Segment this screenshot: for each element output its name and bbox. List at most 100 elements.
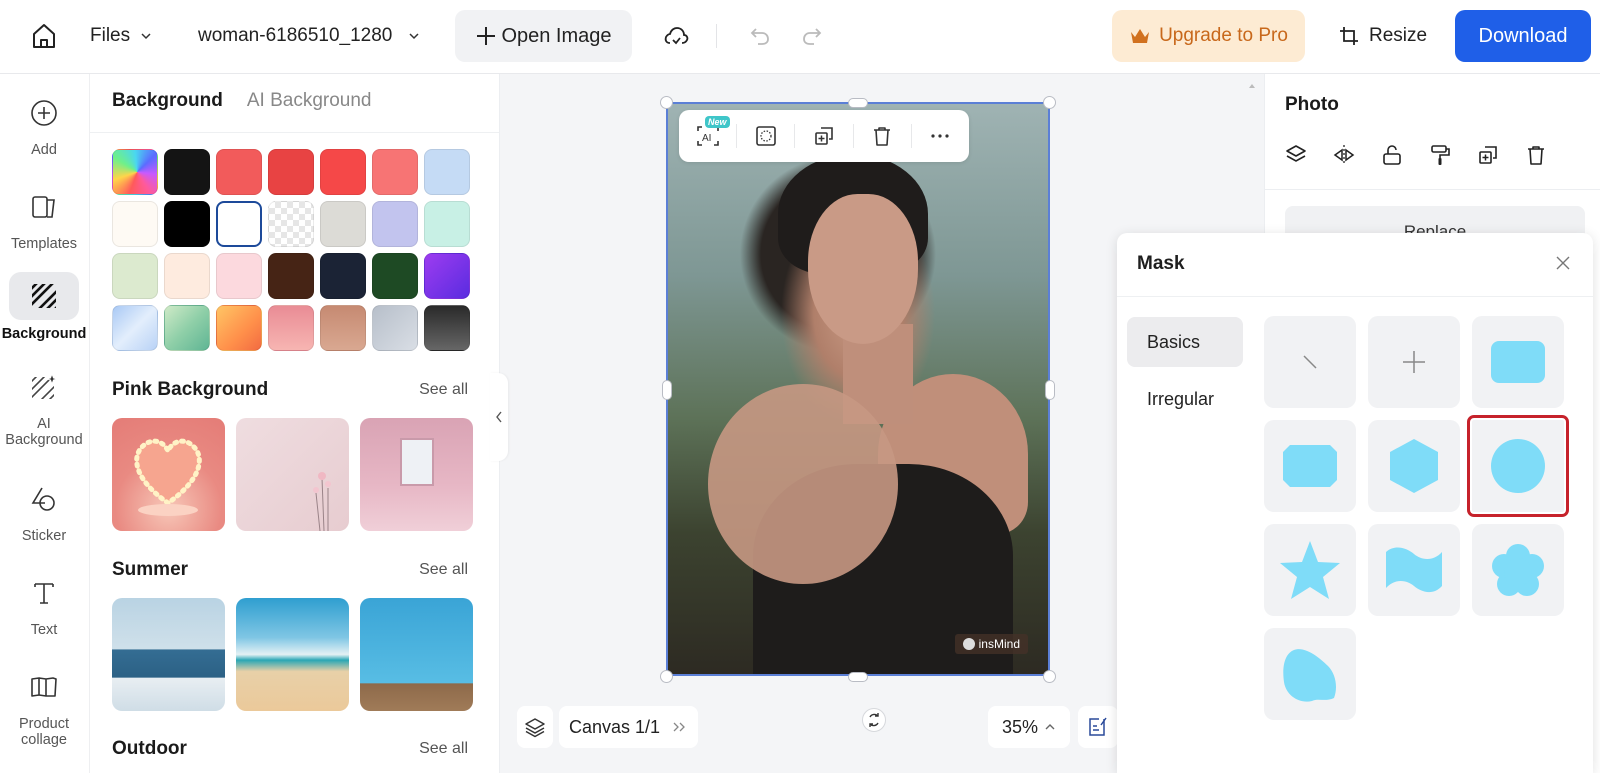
- more-options-button[interactable]: [912, 110, 969, 162]
- no-mask-icon: [1303, 355, 1317, 369]
- delete-photo-button[interactable]: [1525, 144, 1547, 166]
- collapse-panel-button[interactable]: [490, 373, 508, 461]
- color-swatch[interactable]: [320, 253, 366, 299]
- delete-button[interactable]: [854, 110, 911, 162]
- format-painter-button[interactable]: [1429, 144, 1451, 166]
- layer-order-button[interactable]: [1285, 144, 1307, 166]
- resize-button[interactable]: Resize: [1339, 0, 1427, 72]
- color-swatch[interactable]: [216, 149, 262, 195]
- color-swatch[interactable]: [424, 149, 470, 195]
- color-swatch[interactable]: [216, 201, 262, 247]
- color-swatch[interactable]: [112, 201, 158, 247]
- color-swatch[interactable]: [372, 201, 418, 247]
- color-swatch[interactable]: [216, 253, 262, 299]
- redo-icon: [803, 28, 822, 45]
- tab-ai-background[interactable]: AI Background: [247, 90, 372, 112]
- upgrade-to-pro-button[interactable]: Upgrade to Pro: [1112, 10, 1305, 62]
- tab-background[interactable]: Background: [112, 90, 223, 112]
- sidebar-item-sticker[interactable]: Sticker: [0, 476, 88, 544]
- resize-handle-left[interactable]: [662, 380, 672, 400]
- resize-handle-top-right[interactable]: [1043, 96, 1056, 109]
- lock-button[interactable]: [1381, 144, 1403, 166]
- thumb-swimming-pool[interactable]: [360, 598, 473, 711]
- color-swatch[interactable]: [112, 149, 158, 195]
- color-swatch[interactable]: [268, 253, 314, 299]
- resize-handle-top[interactable]: [848, 98, 868, 108]
- color-swatch[interactable]: [268, 305, 314, 351]
- thumb-ocean-horizon[interactable]: [112, 598, 225, 711]
- sidebar-item-text[interactable]: Text: [0, 570, 88, 638]
- mask-shape-circle[interactable]: [1467, 415, 1569, 517]
- rotate-button[interactable]: [862, 708, 886, 732]
- thumb-heart-lights[interactable]: [112, 418, 225, 531]
- notes-button[interactable]: [1078, 706, 1118, 748]
- sidebar-item-add[interactable]: Add: [0, 90, 88, 158]
- duplicate-button[interactable]: [795, 110, 852, 162]
- mask-shape-star[interactable]: [1264, 524, 1356, 616]
- color-swatch[interactable]: [216, 305, 262, 351]
- mask-shape-blob[interactable]: [1264, 628, 1356, 720]
- redo-button[interactable]: [798, 0, 826, 72]
- close-mask-button[interactable]: [1553, 253, 1573, 273]
- color-swatch[interactable]: [164, 305, 210, 351]
- duplicate-photo-button[interactable]: [1477, 144, 1499, 166]
- thumb-sandy-beach[interactable]: [236, 598, 349, 711]
- color-swatch[interactable]: [372, 253, 418, 299]
- plus-icon: [1403, 351, 1425, 373]
- layers-button[interactable]: [517, 706, 553, 748]
- color-swatch[interactable]: [164, 201, 210, 247]
- mask-shape-none[interactable]: [1264, 316, 1356, 408]
- thumb-pink-curtain-window[interactable]: [360, 418, 473, 531]
- mask-shape-add[interactable]: [1368, 316, 1460, 408]
- open-image-button[interactable]: Open Image: [455, 10, 632, 62]
- color-swatch[interactable]: [320, 305, 366, 351]
- resize-handle-top-left[interactable]: [660, 96, 673, 109]
- cloud-save-button[interactable]: [658, 0, 694, 72]
- ai-tool-button[interactable]: AI New: [679, 110, 736, 162]
- color-swatch[interactable]: [268, 149, 314, 195]
- sidebar-item-templates[interactable]: Templates: [0, 184, 88, 252]
- mask-category-irregular[interactable]: Irregular: [1127, 374, 1243, 424]
- color-swatch[interactable]: [372, 305, 418, 351]
- color-swatch[interactable]: [424, 305, 470, 351]
- zoom-level-control[interactable]: 35%: [988, 706, 1070, 748]
- resize-handle-bottom-left[interactable]: [660, 670, 673, 683]
- home-button[interactable]: [24, 0, 64, 72]
- mask-shape-rounded-rectangle[interactable]: [1472, 316, 1564, 408]
- resize-handle-bottom-right[interactable]: [1043, 670, 1056, 683]
- mask-category-basics[interactable]: Basics: [1127, 317, 1243, 367]
- color-swatch[interactable]: [112, 253, 158, 299]
- mask-shape-wave-flag[interactable]: [1368, 524, 1460, 616]
- sidebar-item-background[interactable]: Background: [0, 272, 88, 342]
- thumb-pink-wall-flowers[interactable]: [236, 418, 349, 531]
- flip-button[interactable]: [1333, 144, 1355, 166]
- files-menu[interactable]: Files: [90, 0, 152, 72]
- color-swatch[interactable]: [372, 149, 418, 195]
- sidebar-item-product-collage[interactable]: Product collage: [0, 664, 88, 748]
- background-tabs: Background AI Background: [112, 90, 372, 112]
- mask-button[interactable]: [737, 110, 794, 162]
- mask-shape-hexagon[interactable]: [1368, 420, 1460, 512]
- canvas-pager-button[interactable]: Canvas 1/1: [559, 706, 699, 748]
- color-swatch[interactable]: [164, 149, 210, 195]
- color-swatch[interactable]: [424, 253, 470, 299]
- color-swatch[interactable]: [268, 201, 314, 247]
- see-all-summer-link[interactable]: See all: [419, 561, 468, 579]
- color-swatch[interactable]: [112, 305, 158, 351]
- canvas-photo[interactable]: insMind: [668, 104, 1050, 676]
- file-name-menu[interactable]: woman-6186510_1280: [198, 0, 420, 72]
- resize-handle-right[interactable]: [1045, 380, 1055, 400]
- color-swatch[interactable]: [320, 149, 366, 195]
- color-swatch[interactable]: [164, 253, 210, 299]
- mask-shape-flower[interactable]: [1472, 524, 1564, 616]
- see-all-pink-link[interactable]: See all: [419, 381, 468, 399]
- undo-button[interactable]: [746, 0, 774, 72]
- resize-handle-bottom[interactable]: [848, 672, 868, 682]
- paint-roller-icon: [1431, 145, 1450, 165]
- color-swatch[interactable]: [320, 201, 366, 247]
- download-button[interactable]: Download: [1455, 10, 1591, 62]
- sidebar-item-ai-background[interactable]: AI Background: [0, 364, 88, 448]
- see-all-outdoor-link[interactable]: See all: [419, 740, 468, 758]
- color-swatch[interactable]: [424, 201, 470, 247]
- mask-shape-octagon[interactable]: [1264, 420, 1356, 512]
